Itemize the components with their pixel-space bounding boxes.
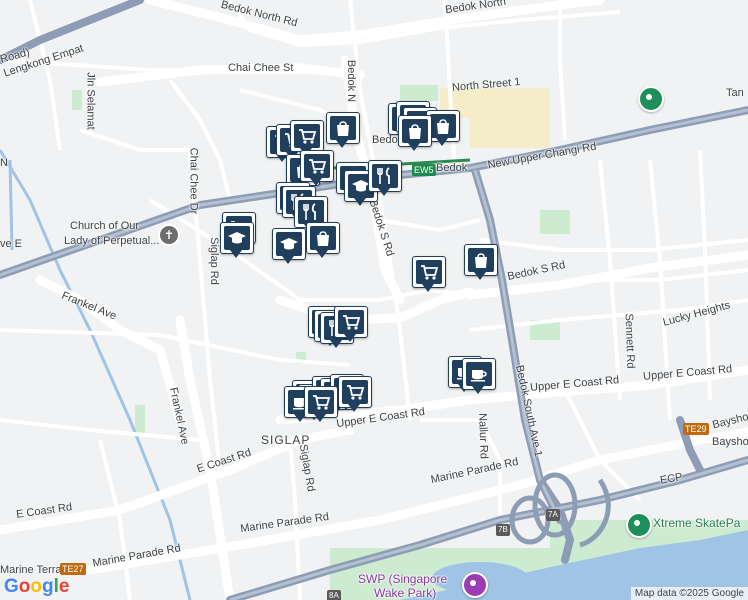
poi-marker-shopping-bag-icon[interactable] [398, 115, 432, 153]
poi-marker-shopping-cart-icon[interactable] [338, 376, 372, 414]
place-label-church-line1: Church of Our [70, 220, 140, 232]
road-label-sennett-rd: Sennett Rd [622, 313, 637, 369]
map-base-layer [0, 0, 748, 600]
place-label-siglap: SIGLAP [261, 433, 311, 447]
poi-marker-cafe-cup-icon[interactable] [462, 358, 496, 396]
station-label-bedok: Bedok [436, 162, 468, 174]
station-badge-te29: TE29 [683, 423, 709, 435]
church-cross-icon[interactable]: ✝ [158, 224, 180, 246]
skatepark-pin-icon[interactable] [626, 512, 652, 538]
poi-marker-restaurant-icon[interactable] [368, 160, 402, 198]
poi-marker-shopping-cart-icon[interactable] [412, 256, 446, 294]
place-label-swp-line1: SWP (Singapore [358, 572, 448, 586]
wake-park-pin-icon[interactable] [462, 572, 488, 598]
map-canvas[interactable]: Bedok North Rd Bedok North Chai Chee St … [0, 0, 748, 600]
road-label-siglap-rd-north: Siglap Rd [207, 237, 220, 285]
poi-marker-graduation-cap-icon[interactable] [220, 222, 254, 260]
poi-marker-shopping-bag-icon[interactable] [464, 244, 498, 282]
place-label-swp-line2: Wake Park) [374, 586, 437, 600]
road-shield-7a: 7A [546, 509, 560, 521]
road-shield-8a: 8A [327, 590, 341, 600]
google-logo: Google [4, 576, 70, 597]
road-label-edge-n: N [0, 157, 8, 169]
road-label-tan: Tan [726, 87, 744, 99]
road-label-ve-e: ve E [0, 238, 23, 250]
station-badge-ew5: EW5 [412, 164, 436, 176]
poi-marker-shopping-bag-icon[interactable] [306, 222, 340, 260]
road-shield-7b: 7B [496, 524, 510, 536]
poi-marker-shopping-cart-icon[interactable] [334, 306, 368, 344]
road-label-jln-selamat: Jln Selamat [84, 72, 97, 130]
map-attribution[interactable]: Map data ©2025 Google [630, 587, 748, 600]
road-label-bedok-north-ave: Bedok N [345, 59, 358, 103]
road-label-chai-chee-st: Chai Chee St [228, 62, 294, 74]
place-label-xtreme-skatepark: Xtreme SkatePa [653, 516, 741, 530]
poi-marker-graduation-cap-icon[interactable] [272, 228, 306, 266]
park-pin-icon[interactable] [638, 86, 664, 112]
place-label-church-line2: Lady of Perpetual... [64, 235, 160, 247]
road-label-chai-chee-dr: Chai Chee Dr [187, 147, 200, 215]
place-label-bayshore: Bayshore [712, 436, 748, 448]
poi-marker-shopping-bag-icon[interactable] [326, 112, 360, 150]
road-label-nallur-rd: Nallur Rd [476, 412, 490, 460]
station-badge-te27: TE27 [60, 563, 86, 575]
poi-marker-shopping-cart-icon[interactable] [304, 386, 338, 424]
